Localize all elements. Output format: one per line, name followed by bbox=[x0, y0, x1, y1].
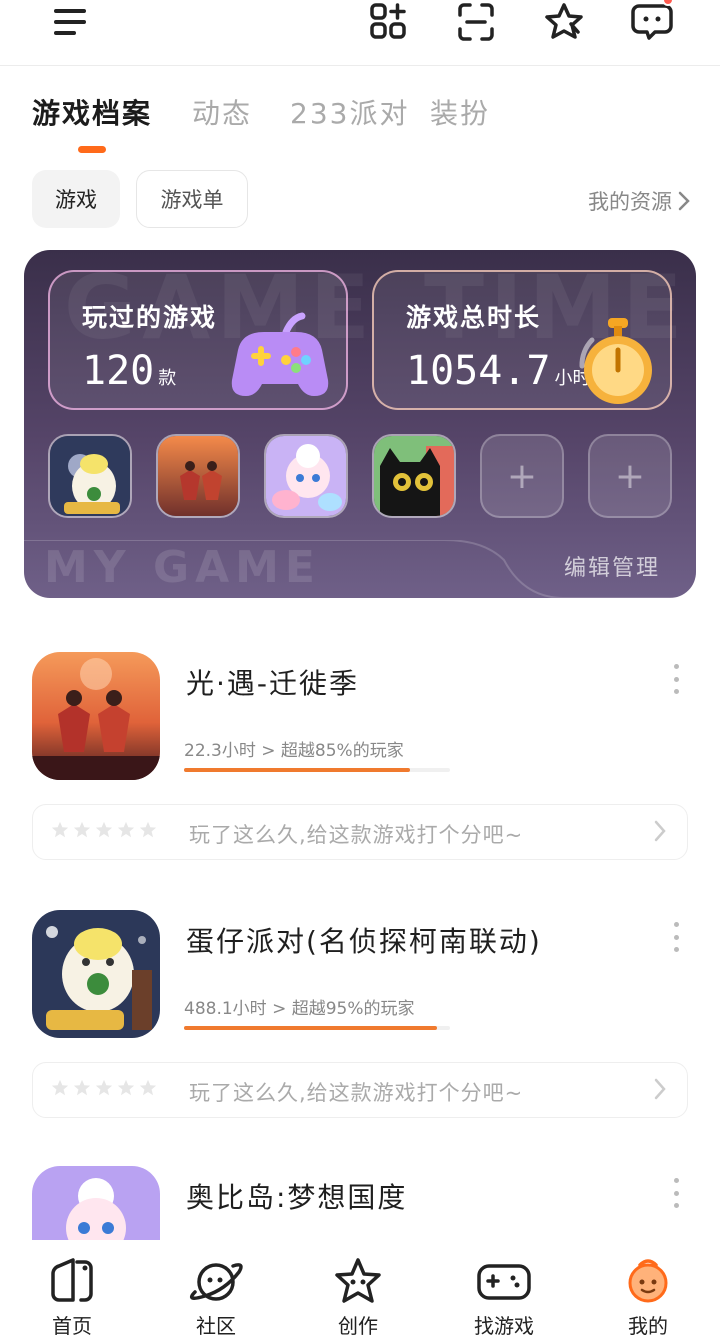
tab-activity[interactable]: 动态 bbox=[192, 92, 252, 132]
tab-party[interactable]: 233派对 bbox=[290, 92, 409, 132]
rate-prompt: 玩了这么久,给这款游戏打个分吧~ bbox=[189, 1081, 524, 1105]
play-time-value: 1054.7 小时 bbox=[406, 348, 591, 394]
more-options-icon[interactable] bbox=[670, 922, 682, 952]
rating-stars[interactable] bbox=[51, 821, 157, 839]
tab-indicator bbox=[78, 146, 106, 153]
game-list-item: 奥比岛:梦想国度 bbox=[0, 1166, 720, 1240]
game-title[interactable]: 蛋仔派对(名侦探柯南联动) bbox=[186, 920, 542, 960]
nav-community[interactable]: 社区 bbox=[166, 1254, 266, 1344]
game-progress-bar bbox=[184, 1026, 450, 1030]
gamepad-nav-icon bbox=[476, 1254, 532, 1310]
nav-create[interactable]: 创作 bbox=[308, 1254, 408, 1344]
star-outline-icon bbox=[139, 1079, 157, 1096]
edit-manage-button[interactable]: 编辑管理 bbox=[564, 550, 660, 582]
home-icon bbox=[44, 1254, 100, 1310]
chip-game[interactable]: 游戏 bbox=[32, 170, 120, 228]
rate-prompt: 玩了这么久,给这款游戏打个分吧~ bbox=[189, 823, 524, 847]
recent-games-row: + + bbox=[48, 434, 688, 518]
game-icon-eggy-party[interactable] bbox=[32, 910, 160, 1038]
profile-icon bbox=[620, 1254, 676, 1310]
star-outline-icon bbox=[95, 821, 113, 838]
thumb-sky[interactable] bbox=[156, 434, 240, 518]
star-icon[interactable] bbox=[540, 0, 588, 44]
game-title[interactable]: 奥比岛:梦想国度 bbox=[186, 1176, 407, 1216]
star-outline-icon bbox=[51, 821, 69, 838]
my-resources-link[interactable]: 我的资源 bbox=[588, 186, 690, 216]
apps-icon[interactable] bbox=[364, 0, 412, 44]
nav-find-games[interactable]: 找游戏 bbox=[454, 1254, 554, 1344]
played-games-value: 120 款 bbox=[82, 348, 177, 394]
star-outline-icon bbox=[95, 1079, 113, 1096]
chip-game-list[interactable]: 游戏单 bbox=[136, 170, 248, 228]
rate-game-box[interactable]: 玩了这么久,给这款游戏打个分吧~ bbox=[32, 804, 688, 860]
top-bar bbox=[0, 0, 720, 66]
nav-me[interactable]: 我的 bbox=[598, 1254, 698, 1344]
star-outline-icon bbox=[139, 821, 157, 838]
gamepad-icon bbox=[231, 312, 329, 396]
game-progress-fill bbox=[184, 768, 411, 772]
star-outline-icon bbox=[51, 1079, 69, 1096]
my-resources-label: 我的资源 bbox=[588, 190, 672, 214]
rate-game-box[interactable]: 玩了这么久,给这款游戏打个分吧~ bbox=[32, 1062, 688, 1118]
star-outline-icon bbox=[73, 821, 91, 838]
game-playtime-stat: 488.1小时 > 超越95%的玩家 bbox=[184, 999, 415, 1019]
nav-community-label: 社区 bbox=[196, 1314, 236, 1338]
chevron-right-icon bbox=[678, 191, 690, 211]
played-games-box[interactable]: 玩过的游戏 120 款 bbox=[48, 270, 348, 410]
filter-chips: 游戏 游戏单 我的资源 bbox=[32, 170, 692, 230]
more-options-icon[interactable] bbox=[670, 1178, 682, 1208]
thumb-aobi-island[interactable] bbox=[264, 434, 348, 518]
scan-icon[interactable] bbox=[452, 0, 500, 44]
star-outline-icon bbox=[73, 1079, 91, 1096]
add-game-slot[interactable]: + bbox=[480, 434, 564, 518]
game-icon-aobi-island[interactable] bbox=[32, 1166, 160, 1240]
star-outline-icon bbox=[117, 1079, 135, 1096]
profile-tabs: 游戏档案 动态 233派对 装扮 bbox=[0, 84, 720, 164]
play-time-label: 游戏总时长 bbox=[406, 303, 542, 332]
game-title[interactable]: 光·遇-迁徙季 bbox=[186, 662, 359, 702]
star-outline-icon bbox=[117, 821, 135, 838]
nav-home[interactable]: 首页 bbox=[22, 1254, 122, 1344]
game-list-item: 光·遇-迁徙季 22.3小时 > 超越85%的玩家 玩了这么久,给这款游戏打个分… bbox=[0, 652, 720, 872]
nav-find-games-label: 找游戏 bbox=[474, 1314, 534, 1338]
tab-game-profile[interactable]: 游戏档案 bbox=[32, 92, 152, 132]
stopwatch-icon bbox=[579, 318, 652, 404]
bg-word-my-game: MY GAME bbox=[44, 542, 321, 593]
game-playtime-stat: 22.3小时 > 超越85%的玩家 bbox=[184, 741, 404, 761]
game-summary-card: GAME TIME 玩过的游戏 120 款 游戏总时长 1054.7 小时 + … bbox=[24, 250, 696, 598]
game-progress-bar bbox=[184, 768, 450, 772]
message-icon[interactable] bbox=[628, 0, 676, 44]
planet-icon bbox=[188, 1254, 244, 1310]
rating-stars[interactable] bbox=[51, 1079, 157, 1097]
played-games-label: 玩过的游戏 bbox=[82, 303, 218, 332]
menu-icon[interactable] bbox=[46, 0, 94, 44]
add-game-slot[interactable]: + bbox=[588, 434, 672, 518]
nav-me-label: 我的 bbox=[628, 1314, 668, 1338]
game-icon-sky[interactable] bbox=[32, 652, 160, 780]
game-progress-fill bbox=[184, 1026, 437, 1030]
thumb-eggy-party[interactable] bbox=[48, 434, 132, 518]
bottom-navigation: 首页 社区 创作 找游戏 我的 bbox=[0, 1240, 720, 1344]
tab-dress-up[interactable]: 装扮 bbox=[430, 92, 490, 132]
more-options-icon[interactable] bbox=[670, 664, 682, 694]
thumb-black-cat-game[interactable] bbox=[372, 434, 456, 518]
star-create-icon bbox=[330, 1254, 386, 1310]
chevron-right-icon bbox=[654, 1078, 666, 1100]
nav-create-label: 创作 bbox=[338, 1314, 378, 1338]
game-list-item: 蛋仔派对(名侦探柯南联动) 488.1小时 > 超越95%的玩家 玩了这么久,给… bbox=[0, 910, 720, 1130]
chevron-right-icon bbox=[654, 820, 666, 842]
play-time-box[interactable]: 游戏总时长 1054.7 小时 bbox=[372, 270, 672, 410]
nav-home-label: 首页 bbox=[52, 1314, 92, 1338]
